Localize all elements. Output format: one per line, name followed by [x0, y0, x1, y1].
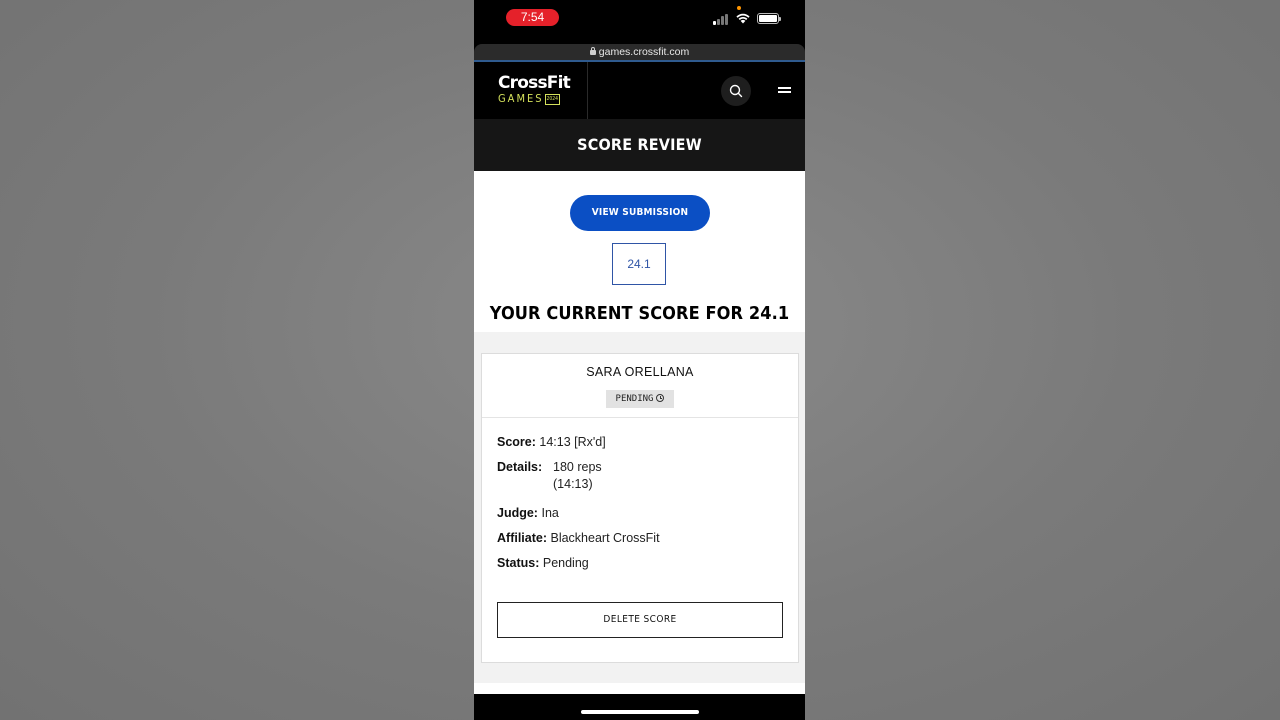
battery-icon	[757, 13, 781, 24]
judge-row: Judge: Ina	[497, 505, 559, 522]
score-row: Score: 14:13 [Rx'd]	[497, 434, 606, 451]
page-title: SCORE REVIEW	[474, 119, 805, 171]
affiliate-value: Blackheart CrossFit	[550, 531, 660, 545]
phone-screen: 7:54 games.crossfit.com CrossFit GAMES 20…	[474, 0, 805, 720]
home-bar-area	[474, 694, 805, 720]
logo-games-text: GAMES 2024	[498, 92, 560, 105]
current-score-heading: YOUR CURRENT SCORE FOR 24.1	[489, 303, 790, 324]
view-submission-history-button[interactable]: VIEW SUBMISSION HISTORY	[570, 195, 710, 254]
menu-button[interactable]	[778, 85, 792, 95]
logo-year: 2024	[544, 93, 560, 105]
search-icon	[729, 84, 743, 98]
status-badge: PENDING	[606, 390, 674, 408]
browser-url-bar[interactable]: games.crossfit.com	[474, 44, 805, 62]
home-indicator[interactable]	[581, 710, 699, 714]
wifi-icon	[736, 13, 750, 24]
content-bottom-strip	[474, 683, 805, 694]
details-label: Details:	[497, 460, 543, 474]
cellular-signal-icon	[713, 13, 731, 25]
judge-label: Judge:	[497, 506, 538, 520]
status-value: Pending	[542, 556, 589, 570]
crossfit-games-logo[interactable]: CrossFit GAMES 2024	[498, 73, 571, 110]
search-button[interactable]	[721, 76, 751, 106]
details-time: (14:13)	[553, 477, 593, 491]
affiliate-row: Affiliate: Blackheart CrossFit	[497, 530, 660, 547]
details-value: 180 reps (14:13)	[553, 459, 602, 493]
header-divider	[587, 62, 588, 119]
privacy-indicator-dot	[737, 6, 741, 10]
delete-score-button[interactable]: DELETE SCORE	[497, 602, 783, 638]
hamburger-menu-icon	[778, 87, 791, 89]
status-label: Status:	[497, 556, 540, 570]
judge-value: Ina	[541, 506, 559, 520]
card-divider	[482, 417, 798, 418]
score-value: 14:13 [Rx'd]	[539, 435, 606, 449]
score-review-intro: VIEW SUBMISSION HISTORY 24.1 YOUR CURREN…	[474, 171, 805, 332]
score-label: Score:	[497, 435, 536, 449]
affiliate-label: Affiliate:	[497, 531, 547, 545]
status-row: Status: Pending	[497, 555, 589, 572]
status-bar: 7:54	[474, 0, 805, 40]
clock-icon	[656, 394, 665, 402]
athlete-name: SARA ORELLANA	[586, 365, 694, 379]
workout-tag[interactable]: 24.1	[612, 243, 666, 285]
lock-icon	[589, 47, 596, 55]
details-reps: 180 reps	[553, 460, 602, 474]
site-header: CrossFit GAMES 2024	[474, 62, 805, 119]
logo-wordmark: CrossFit	[498, 73, 571, 93]
main-content: VIEW SUBMISSION HISTORY 24.1 YOUR CURREN…	[474, 171, 805, 694]
url-text: games.crossfit.com	[598, 46, 690, 58]
score-card: SARA ORELLANA PENDING Score: 14:13 [Rx'd…	[481, 353, 799, 663]
status-time[interactable]: 7:54	[506, 9, 559, 26]
